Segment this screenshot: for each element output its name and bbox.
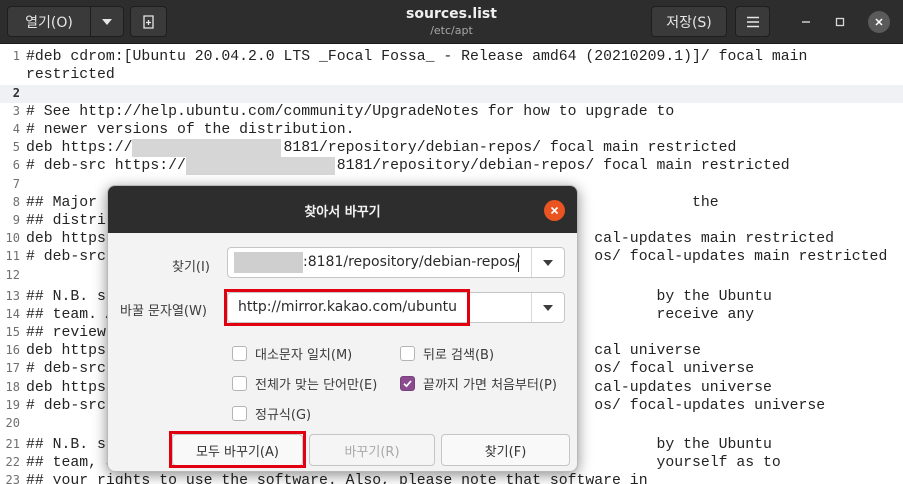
find-button-label: 찾기(F): [484, 444, 527, 460]
line-number: 9: [12, 213, 20, 227]
line-number: 14: [5, 307, 20, 321]
line-number: 8: [12, 195, 20, 209]
redacted-host: [132, 139, 281, 157]
line-number: 1: [12, 49, 20, 63]
line-number: 13: [5, 289, 20, 303]
headerbar: 열기(O) sources.list /etc/apt 저장(S): [0, 0, 903, 44]
find-history-dropdown[interactable]: [531, 248, 564, 277]
wrap-around-label: 끝까지 가면 처음부터(P): [423, 378, 557, 393]
line-number: 17: [5, 361, 20, 375]
window-title: sources.list: [406, 6, 497, 22]
line-number: 7: [12, 177, 20, 191]
chevron-down-icon: [102, 18, 112, 25]
chevron-down-icon: [543, 259, 553, 266]
dialog-close-button[interactable]: [544, 200, 565, 221]
replace-button[interactable]: 바꾸기(R): [309, 434, 435, 466]
whole-word-checkbox[interactable]: 전체가 맞는 단어만(E): [232, 374, 377, 393]
minimize-button[interactable]: [796, 12, 816, 32]
line-text: ## your rights to use the software. Also…: [26, 473, 648, 484]
replace-label: 바꿀 문자열(W): [120, 304, 207, 319]
close-icon: [875, 18, 883, 26]
line-number: 22: [5, 455, 20, 469]
line-number: 21: [5, 437, 20, 451]
checkbox-box: [400, 346, 415, 361]
new-document-button[interactable]: [130, 6, 167, 37]
line-number: 20: [5, 416, 20, 430]
open-button-label: 열기(O): [25, 14, 73, 31]
line-number: 11: [5, 249, 20, 263]
open-recent-dropdown-button[interactable]: [90, 6, 124, 37]
checkbox-box: [232, 376, 247, 391]
chevron-down-icon: [543, 304, 553, 311]
editor-line: 4 # newer versions of the distribution.: [0, 121, 903, 139]
close-icon: [550, 206, 559, 215]
find-replace-dialog: 찾아서 바꾸기 찾기(I) :8181/repository/debian-re…: [107, 185, 578, 472]
find-button[interactable]: 찾기(F): [441, 434, 570, 466]
match-case-label: 대소문자 일치(M): [255, 348, 353, 363]
editor-line: 1 #deb cdrom:[Ubuntu 20.04.2.0 LTS _Focal…: [0, 48, 903, 66]
editor-line-current: 2: [0, 85, 903, 103]
open-button[interactable]: 열기(O): [7, 6, 91, 37]
wrap-around-checkbox[interactable]: 끝까지 가면 처음부터(P): [400, 374, 557, 393]
new-tab-icon: [142, 14, 154, 29]
line-number: 19: [5, 398, 20, 412]
line-number: 15: [5, 325, 20, 339]
checkbox-box: [232, 406, 247, 421]
line-text: #deb cdrom:[Ubuntu 20.04.2.0 LTS _Focal …: [26, 49, 808, 65]
editor-line: 3 # See http://help.ubuntu.com/community/…: [0, 103, 903, 121]
editor-line: 23 ## your rights to use the software. Al…: [0, 472, 903, 484]
regex-checkbox[interactable]: 정규식(G): [232, 404, 311, 423]
window-subtitle: /etc/apt: [430, 24, 473, 37]
redacted-host: [186, 157, 335, 175]
line-number: 23: [5, 473, 20, 484]
line-text: ## review: [26, 325, 106, 341]
line-text: # deb-src https:// :8181/repository/debi…: [26, 158, 790, 174]
find-combo[interactable]: :8181/repository/debian-repos/: [227, 247, 565, 278]
search-backwards-label: 뒤로 검색(B): [423, 348, 495, 363]
save-button-label: 저장(S): [666, 14, 712, 31]
minimize-icon: [802, 21, 810, 23]
highlight-frame: [169, 431, 306, 468]
line-text: ## distri: [26, 213, 106, 229]
editor-line: restricted: [0, 66, 903, 84]
editor-line: 6 # deb-src https:// :8181/repository/deb…: [0, 157, 903, 175]
hamburger-menu-icon: [746, 16, 759, 27]
match-case-checkbox[interactable]: 대소문자 일치(M): [232, 344, 352, 363]
replace-history-dropdown[interactable]: [531, 293, 564, 322]
line-number: 10: [5, 231, 20, 245]
whole-word-label: 전체가 맞는 단어만(E): [255, 378, 378, 393]
line-text: # newer versions of the distribution.: [26, 122, 355, 138]
line-number: 3: [12, 104, 20, 118]
checkmark-icon: [403, 380, 412, 388]
highlight-frame: [224, 289, 470, 326]
text-caret: [518, 253, 519, 272]
main-menu-button[interactable]: [735, 6, 770, 37]
regex-label: 정규식(G): [255, 408, 312, 423]
search-backwards-checkbox[interactable]: 뒤로 검색(B): [400, 344, 494, 363]
redacted-host: [234, 252, 303, 273]
line-number: 4: [12, 122, 20, 136]
dialog-header: 찾아서 바꾸기: [108, 186, 577, 233]
line-number: 16: [5, 343, 20, 357]
line-number: 18: [5, 380, 20, 394]
window-title-area: sources.list /etc/apt: [300, 5, 603, 38]
replace-button-label: 바꾸기(R): [344, 444, 400, 460]
line-number: 12: [5, 268, 20, 282]
line-number: 2: [12, 86, 20, 100]
checkbox-box-checked: [400, 376, 415, 391]
line-text: restricted: [26, 67, 115, 83]
line-number: 6: [12, 158, 20, 172]
find-input[interactable]: :8181/repository/debian-repos/: [303, 254, 520, 270]
maximize-icon: [835, 17, 845, 27]
checkbox-box: [232, 346, 247, 361]
dialog-title: 찾아서 바꾸기: [304, 205, 381, 220]
line-text: # See http://help.ubuntu.com/community/U…: [26, 104, 675, 120]
window-close-button[interactable]: [868, 11, 890, 33]
maximize-button[interactable]: [830, 12, 850, 32]
save-button[interactable]: 저장(S): [651, 6, 727, 37]
line-number: 5: [12, 140, 20, 154]
find-label: 찾기(I): [172, 260, 210, 275]
